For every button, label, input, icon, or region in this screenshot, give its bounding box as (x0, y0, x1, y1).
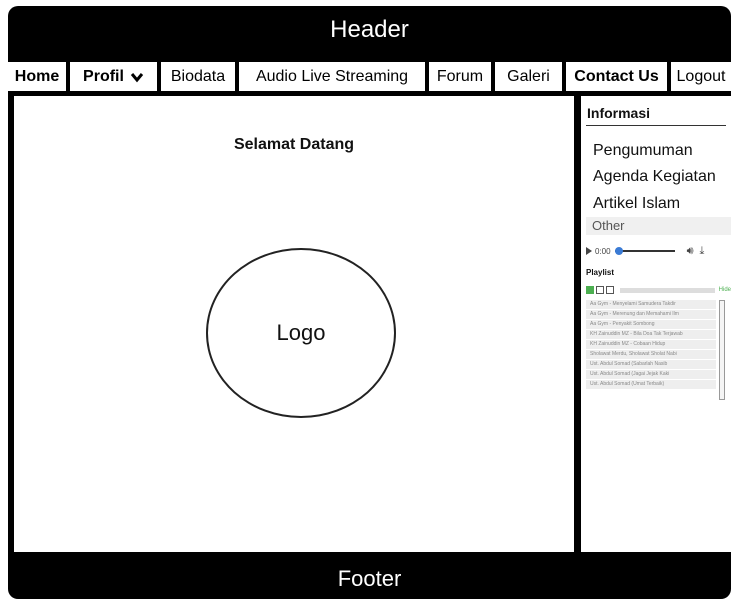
nav-biodata-label: Biodata (170, 67, 226, 85)
playlist-item[interactable]: Aa Gym - Penyakit Sombong (586, 320, 716, 329)
main-nav: Home Profil Biodata Audio Live Streaming… (8, 62, 731, 91)
playlist-item[interactable]: KH Zainuddin MZ - Bila Doa Tak Terjawab (586, 330, 716, 339)
nav-logout[interactable]: Logout (671, 62, 731, 91)
download-icon[interactable]: ⤓ (700, 245, 705, 258)
playlist-next-icon[interactable] (606, 286, 614, 294)
nav-forum-label: Forum (436, 67, 484, 85)
nav-audio-label: Audio Live Streaming (255, 67, 409, 85)
page-header: Header (8, 6, 731, 54)
sidebar-other[interactable]: Other (586, 217, 731, 235)
nav-biodata[interactable]: Biodata (161, 62, 235, 91)
audio-player: 0:00 🔊︎ ⤓ (586, 240, 731, 262)
nav-contact-label: Contact Us (574, 67, 659, 85)
playlist-hide-toggle[interactable]: Hide (719, 287, 731, 293)
play-icon[interactable] (586, 247, 592, 255)
playlist-item[interactable]: Ust. Abdul Somad (Jagai Jejak Kaki (586, 370, 716, 379)
page-footer: Footer (8, 558, 731, 599)
nav-home[interactable]: Home (8, 62, 66, 91)
sidebar-title: Informasi (587, 105, 651, 121)
main-content: Selamat Datang Logo (14, 96, 574, 552)
playlist-prev-icon[interactable] (596, 286, 604, 294)
chevron-down-icon (130, 72, 144, 82)
welcome-heading: Selamat Datang (233, 136, 355, 153)
playlist-progress (620, 287, 715, 293)
seek-slider[interactable] (614, 247, 675, 255)
playlist-item[interactable]: Ust. Abdul Somad (Umat Terbaik) (586, 380, 716, 389)
seek-knob[interactable] (614, 247, 623, 255)
logo: Logo (206, 248, 396, 418)
sidebar-link-pengumuman[interactable]: Pengumuman (593, 142, 693, 160)
playlist-label: Playlist (586, 268, 615, 277)
playlist-item[interactable]: Aa Gym - Menyelami Samudera Takdir (586, 300, 716, 309)
sidebar-link-artikel-islam[interactable]: Artikel Islam (593, 195, 680, 213)
player-time: 0:00 (595, 246, 611, 256)
playlist-item[interactable]: KH Zainuddin MZ - Cobaan Hidup (586, 340, 716, 349)
divider (586, 125, 726, 126)
nav-contact-us[interactable]: Contact Us (566, 62, 667, 91)
nav-forum[interactable]: Forum (429, 62, 491, 91)
playlist: Aa Gym - Menyelami Samudera Takdir Aa Gy… (586, 300, 731, 400)
nav-home-label: Home (14, 67, 60, 85)
nav-galeri-label: Galeri (507, 67, 550, 85)
sidebar-link-agenda-kegiatan[interactable]: Agenda Kegiatan (593, 168, 716, 186)
page-frame: Header Home Profil Biodata Audio Live St… (8, 6, 731, 599)
playlist-item[interactable]: Aa Gym - Merenung dan Memahami Ilm (586, 310, 716, 319)
volume-icon[interactable]: 🔊︎ (687, 245, 694, 258)
footer-title: Footer (337, 565, 402, 591)
nav-profil[interactable]: Profil (70, 62, 157, 91)
nav-logout-label: Logout (676, 67, 726, 85)
logo-text: Logo (276, 320, 326, 345)
nav-profil-label: Profil (83, 67, 124, 85)
nav-galeri[interactable]: Galeri (495, 62, 562, 91)
header-title: Header (330, 16, 409, 43)
playlist-play-icon[interactable] (586, 286, 594, 294)
playlist-controls: Hide (586, 284, 731, 296)
playlist-item[interactable]: Ust. Abdul Somad (Sabarlah Nasib (586, 360, 716, 369)
playlist-item[interactable]: Sholawat Merdu, Sholawat Sholat Nabi (586, 350, 716, 359)
sidebar: Informasi Pengumuman Agenda Kegiatan Art… (581, 96, 731, 552)
nav-audio-live-streaming[interactable]: Audio Live Streaming (239, 62, 425, 91)
playlist-scrollbar[interactable] (719, 300, 725, 400)
